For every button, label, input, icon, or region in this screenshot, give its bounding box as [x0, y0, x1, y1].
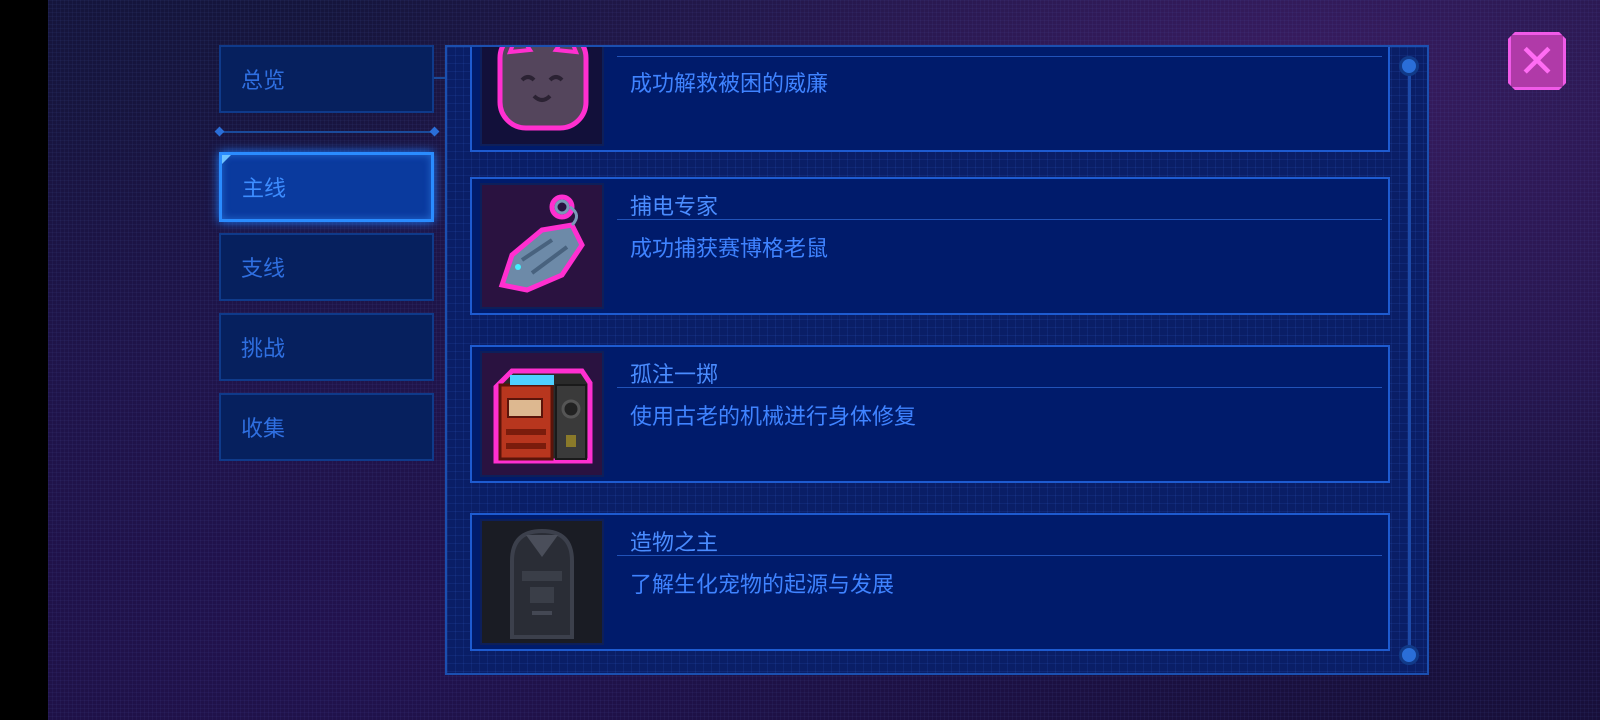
- scrollbar-track[interactable]: [1408, 64, 1411, 656]
- achievement-description: 了解生化宠物的起源与发展: [630, 573, 895, 598]
- achievement-list-panel[interactable]: 成功解救被困的威廉 捕电专家 成功捕获赛博格老鼠 孤注一掷 使用古老的机械进行身…: [445, 45, 1429, 675]
- scrollbar-top-handle[interactable]: [1399, 56, 1419, 76]
- card-divider: [617, 219, 1382, 220]
- cyber-rat-icon: [480, 183, 604, 309]
- tab-divider: [218, 131, 436, 133]
- tab-overview-label: 总览: [241, 69, 286, 94]
- close-icon: ✕: [1517, 34, 1557, 88]
- tab-main-quest-label: 主线: [242, 177, 287, 202]
- tab-side-quest-label: 支线: [241, 257, 286, 282]
- achievement-description: 使用古老的机械进行身体修复: [630, 405, 917, 430]
- achievement-card: 孤注一掷 使用古老的机械进行身体修复: [470, 345, 1390, 483]
- tab-overview[interactable]: 总览: [219, 45, 434, 113]
- tab-main-quest[interactable]: 主线: [219, 152, 434, 222]
- repair-machine-icon: [480, 351, 604, 477]
- cat-face-icon: [480, 47, 604, 146]
- achievement-title: 造物之主: [630, 531, 719, 556]
- card-divider: [617, 555, 1382, 556]
- achievement-card: 成功解救被困的威廉: [470, 47, 1390, 152]
- achievement-card: 捕电专家 成功捕获赛博格老鼠: [470, 177, 1390, 315]
- achievement-card: 造物之主 了解生化宠物的起源与发展: [470, 513, 1390, 651]
- achievement-title: 捕电专家: [630, 195, 719, 220]
- tab-side-quest[interactable]: 支线: [219, 233, 434, 301]
- tab-collection[interactable]: 收集: [219, 393, 434, 461]
- achievement-title: 孤注一掷: [630, 363, 719, 388]
- android-face-icon: [480, 519, 604, 645]
- close-button[interactable]: ✕: [1508, 32, 1566, 90]
- card-divider: [617, 387, 1382, 388]
- tab-collection-label: 收集: [241, 417, 286, 442]
- card-divider: [617, 56, 1382, 57]
- achievement-description: 成功解救被困的威廉: [630, 72, 829, 97]
- tab-challenge[interactable]: 挑战: [219, 313, 434, 381]
- scrollbar-bottom-handle[interactable]: [1399, 645, 1419, 665]
- tab-challenge-label: 挑战: [241, 337, 286, 362]
- achievement-description: 成功捕获赛博格老鼠: [630, 237, 829, 262]
